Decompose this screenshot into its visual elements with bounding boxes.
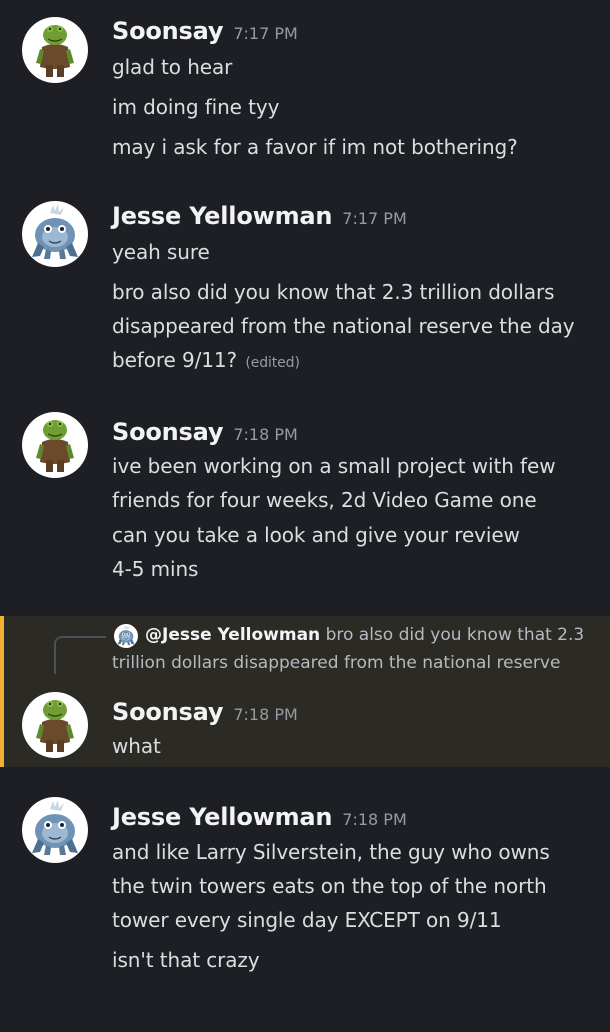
timestamp: 7:17 PM (233, 24, 298, 43)
author-name[interactable]: Jesse Yellowman (112, 202, 332, 230)
frog-avatar[interactable] (22, 17, 88, 83)
reply-avatar-icon[interactable] (114, 624, 138, 648)
author-name[interactable]: Soonsay (112, 17, 224, 45)
message-text: can you take a look and give your review (112, 523, 520, 547)
timestamp: 7:18 PM (233, 425, 298, 444)
message-text: the twin towers eats on the top of the n… (112, 874, 547, 898)
message-text: ive been working on a small project with… (112, 454, 556, 478)
reply-text-cont[interactable]: trillion dollars disappeared from the na… (112, 653, 560, 673)
frog-avatar[interactable] (22, 692, 88, 758)
timestamp: 7:18 PM (233, 705, 298, 724)
reply-preview[interactable]: @Jesse Yellowman bro also did you know t… (145, 625, 584, 645)
message-text: friends for four weeks, 2d Video Game on… (112, 488, 537, 512)
timestamp: 7:18 PM (342, 810, 407, 829)
message-text: glad to hear (112, 55, 233, 79)
message-header: Jesse Yellowman 7:18 PM (112, 803, 407, 831)
message-text: before 9/11? (edited) (112, 348, 300, 372)
mention-bar (0, 616, 4, 767)
frog-avatar[interactable] (22, 412, 88, 478)
blue-creature-avatar[interactable] (22, 797, 88, 863)
message-text: may i ask for a favor if im not botherin… (112, 135, 518, 159)
edited-label: (edited) (245, 355, 300, 371)
message-header: Soonsay 7:18 PM (112, 418, 298, 446)
reply-author[interactable]: @Jesse Yellowman (145, 625, 320, 645)
message-text: what (112, 734, 161, 758)
author-name[interactable]: Soonsay (112, 418, 224, 446)
blue-creature-avatar[interactable] (22, 201, 88, 267)
timestamp: 7:17 PM (342, 209, 407, 228)
author-name[interactable]: Jesse Yellowman (112, 803, 332, 831)
reply-connector (54, 636, 106, 674)
message-header: Jesse Yellowman 7:17 PM (112, 202, 407, 230)
message-text: isn't that crazy (112, 948, 260, 972)
message-text: bro also did you know that 2.3 trillion … (112, 280, 555, 304)
message-header: Soonsay 7:17 PM (112, 17, 298, 45)
author-name[interactable]: Soonsay (112, 698, 224, 726)
message-text: and like Larry Silverstein, the guy who … (112, 840, 550, 864)
message-header: Soonsay 7:18 PM (112, 698, 298, 726)
reply-text: bro also did you know that 2.3 (325, 625, 585, 645)
message-text: im doing fine tyy (112, 95, 280, 119)
message-text: tower every single day EXCEPT on 9/11 (112, 908, 502, 932)
message-text: 4-5 mins (112, 557, 199, 581)
message-text: disappeared from the national reserve th… (112, 314, 575, 338)
message-text-last: before 9/11? (112, 348, 238, 372)
message-text: yeah sure (112, 240, 210, 264)
